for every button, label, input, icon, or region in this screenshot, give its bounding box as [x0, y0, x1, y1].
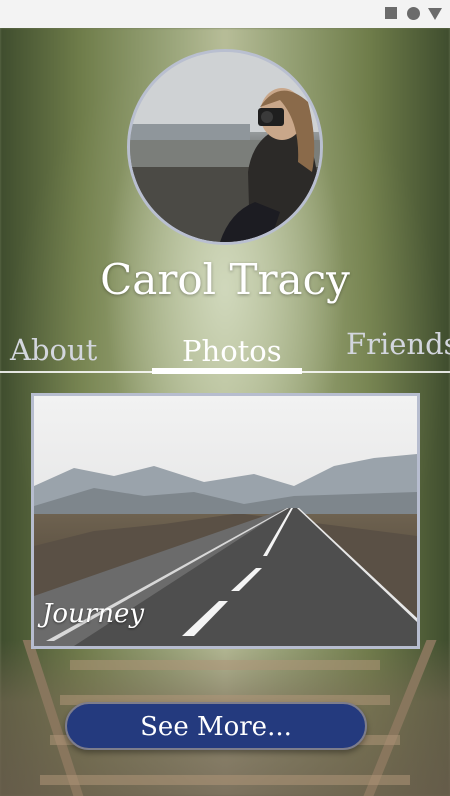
active-tab-indicator	[152, 368, 302, 374]
avatar[interactable]	[127, 49, 323, 245]
avatar-photo	[130, 52, 320, 242]
triangle-icon	[428, 8, 442, 20]
circle-icon	[407, 7, 420, 20]
photo-caption: Journey	[42, 599, 145, 629]
see-more-button[interactable]: See More...	[65, 702, 367, 750]
status-bar	[0, 0, 450, 28]
profile-name: Carol Tracy	[100, 255, 350, 304]
square-icon	[385, 7, 397, 19]
tab-photos[interactable]: Photos	[182, 334, 282, 368]
tab-friends[interactable]: Friends	[346, 327, 450, 361]
photo-card[interactable]: Journey	[31, 393, 420, 649]
tab-about[interactable]: About	[10, 333, 97, 367]
